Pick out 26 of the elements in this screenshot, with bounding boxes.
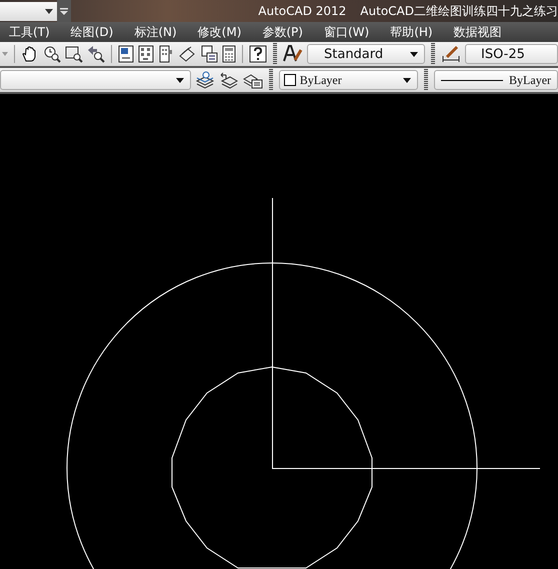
menu-item[interactable]: 修改(M) — [198, 24, 242, 40]
menu-item[interactable]: 数据视图 — [454, 24, 502, 40]
zoom-window-icon[interactable] — [65, 45, 83, 63]
help-icon[interactable] — [249, 45, 267, 63]
document-title: AutoCAD二维绘图训练四十九之练习 — [360, 2, 558, 20]
menu-item[interactable]: 帮助(H) — [390, 24, 433, 40]
menu-item[interactable]: 工具(T) — [9, 24, 50, 40]
color-swatch-icon — [284, 74, 296, 86]
menu-item[interactable]: 标注(N) — [134, 24, 177, 40]
calculator-icon[interactable] — [222, 45, 236, 63]
quick-access-menu-button[interactable] — [57, 0, 72, 22]
caret-icon — [60, 8, 68, 14]
linetype-dropdown[interactable]: ByLayer — [434, 70, 558, 90]
workspace-dropdown[interactable] — [0, 2, 58, 20]
menu-item[interactable]: 绘图(D) — [70, 24, 114, 40]
color-dropdown[interactable]: ByLayer — [278, 70, 418, 90]
caret-icon — [45, 8, 54, 14]
menu-item[interactable]: 窗口(W) — [324, 24, 370, 40]
caret-icon — [410, 52, 418, 56]
text-style-dropdown[interactable]: Standard — [307, 44, 425, 64]
caret-icon — [403, 78, 412, 82]
dimension-style-dropdown[interactable]: ISO-25 — [465, 44, 558, 64]
menu-item[interactable]: 参数(P) — [262, 24, 303, 40]
app-name: AutoCAD 2012 — [258, 4, 346, 18]
caret-icon — [2, 52, 8, 56]
caret-icon — [176, 78, 184, 82]
